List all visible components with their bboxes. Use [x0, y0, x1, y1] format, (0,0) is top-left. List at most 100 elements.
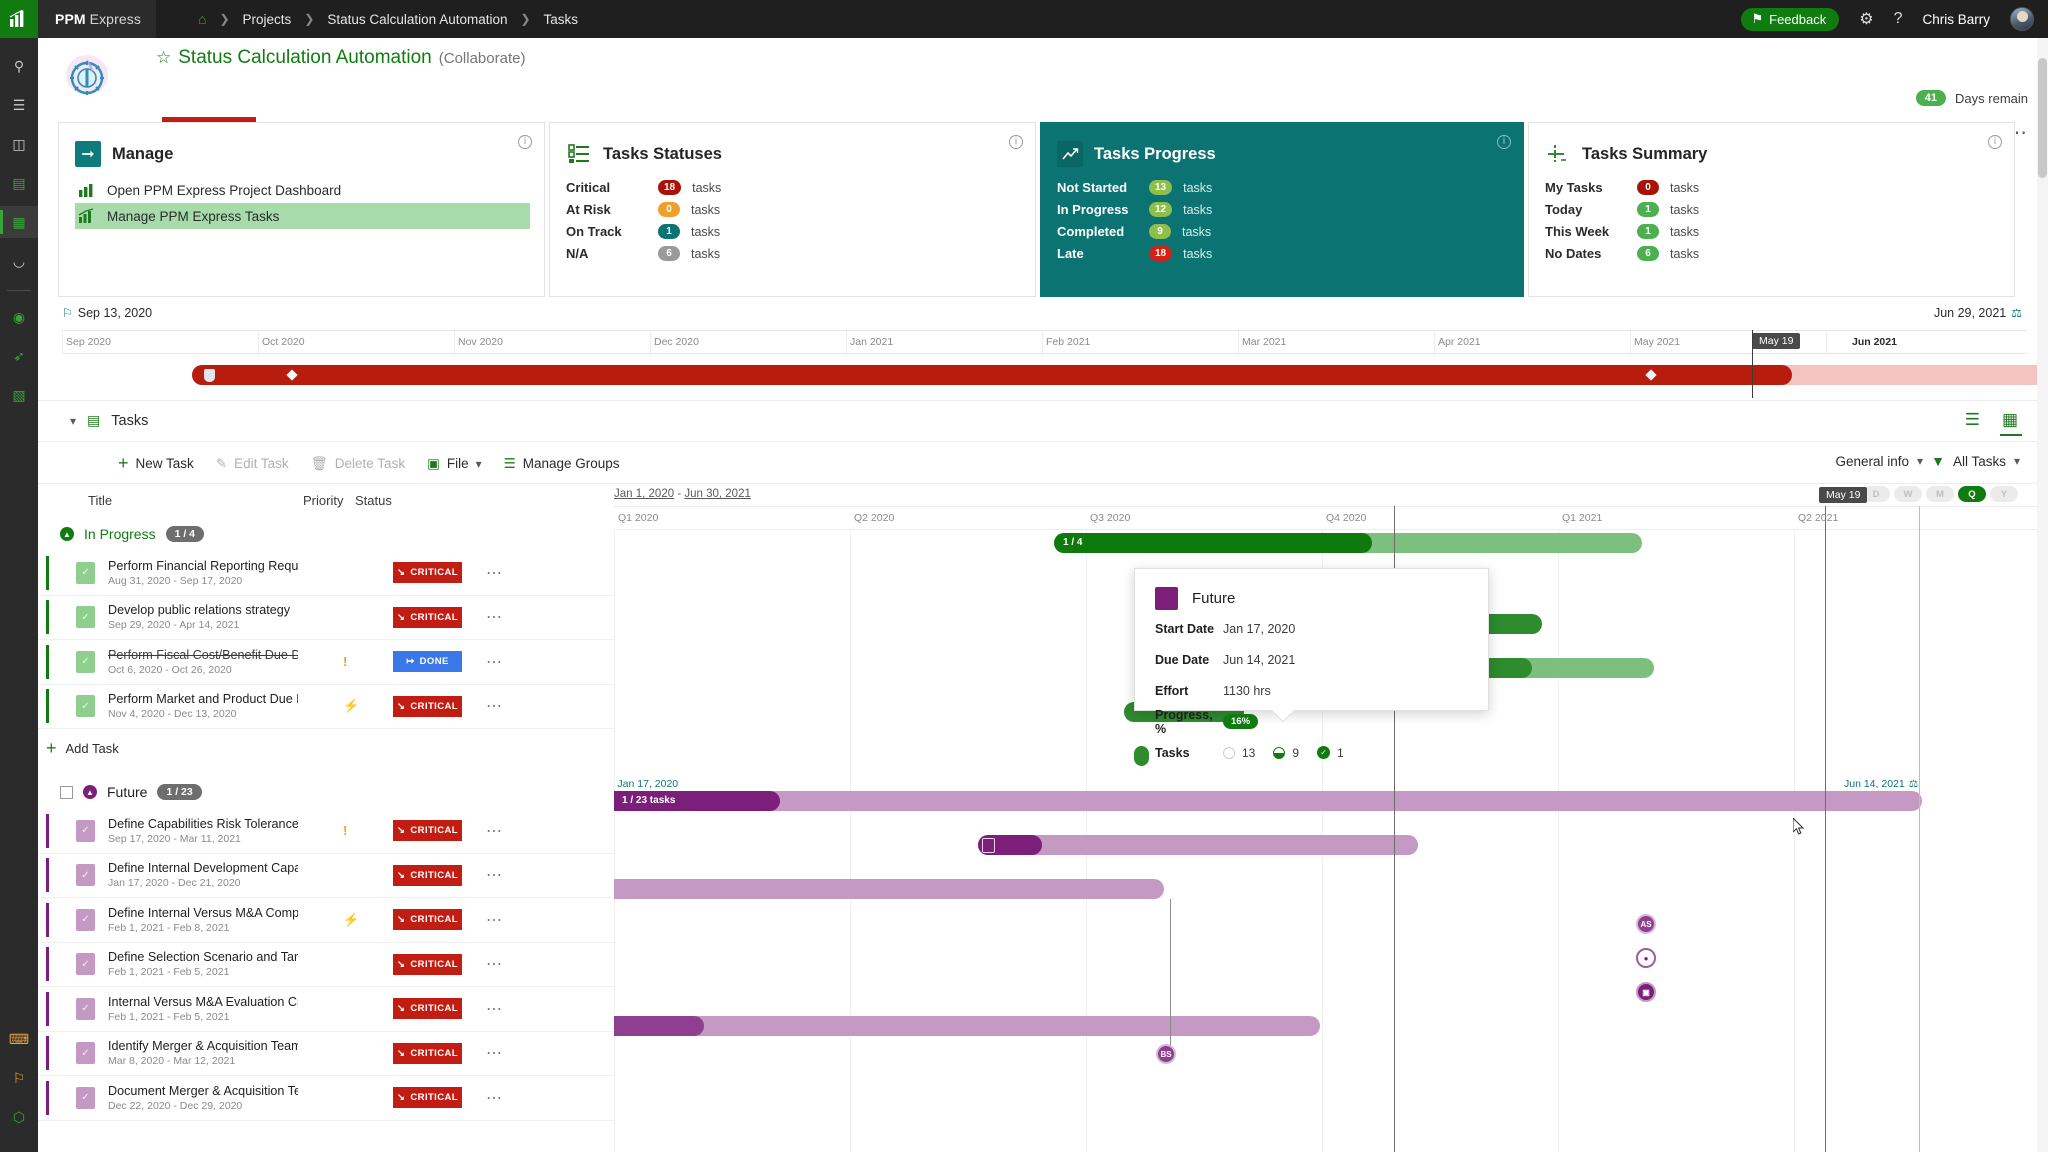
assignee-avatar-as[interactable]: AS [1636, 914, 1656, 934]
gear-icon[interactable]: ⚙ [1859, 9, 1873, 29]
status-badge[interactable]: ↘ CRITICAL [393, 953, 462, 975]
row-more-icon[interactable]: ⋯ [486, 1043, 503, 1063]
table-row[interactable]: ✓ Define Internal Development Capabiliti… [38, 854, 614, 898]
chevron-down-icon[interactable]: ▾ [70, 414, 76, 428]
stat-row[interactable]: This Week 1 tasks [1545, 221, 1998, 242]
edit-task-button[interactable]: ✎ Edit Task [216, 456, 289, 472]
delete-task-button[interactable]: 🗑 Delete Task [311, 456, 405, 472]
gantt-range-from[interactable]: Jan 1, 2020 [614, 488, 674, 500]
feedback-button[interactable]: ⚑ Feedback [1741, 7, 1840, 31]
stat-row[interactable]: No Dates 6 tasks [1545, 243, 1998, 264]
breadcrumb-project[interactable]: Status Calculation Automation [314, 12, 520, 27]
vertical-scrollbar[interactable] [2037, 38, 2048, 1152]
chevron-down-icon[interactable]: ▾ [1917, 454, 1923, 468]
zoom-month[interactable]: M [1926, 486, 1954, 502]
breadcrumb-tasks[interactable]: Tasks [531, 12, 592, 27]
table-row[interactable]: ✓ Identify Merger & Acquisition Team Mem… [38, 1032, 614, 1076]
table-row[interactable]: ✓ Perform Market and Product Due Diligen… [38, 685, 614, 729]
help-icon[interactable]: ? [1894, 10, 1903, 28]
zoom-week[interactable]: W [1894, 486, 1922, 502]
dashboard-icon[interactable]: ◫ [0, 128, 38, 160]
rocket-icon[interactable]: ➶ [0, 340, 38, 372]
table-row[interactable]: ✓ Develop public relations strategy Sep … [38, 596, 614, 640]
group-header-future[interactable]: ▲ Future 1 / 23 [38, 775, 614, 809]
user-name[interactable]: Chris Barry [1922, 12, 1990, 27]
stat-row[interactable]: Critical 18 tasks [566, 177, 1019, 198]
row-more-icon[interactable]: ⋯ [486, 821, 503, 841]
people-icon[interactable]: ◡ [0, 245, 38, 277]
menu-icon[interactable]: ☰ [0, 89, 38, 121]
info-icon[interactable]: i [518, 135, 532, 149]
gantt-scale[interactable]: Q1 2020 Q2 2020 Q3 2020 Q4 2020 Q1 2021 … [614, 487, 2048, 530]
chevron-down-icon[interactable]: ▾ [2014, 454, 2020, 468]
home-icon[interactable]: ⌂ [194, 11, 219, 27]
row-more-icon[interactable]: ⋯ [486, 999, 503, 1019]
timeline-scale[interactable]: Sep 2020 Oct 2020 Nov 2020 Dec 2020 Jan … [62, 330, 2027, 355]
file-menu-button[interactable]: ▣ File ▾ [427, 456, 482, 472]
stat-row[interactable]: On Track 1 tasks [566, 221, 1019, 242]
status-badge[interactable]: ↘ CRITICAL [393, 695, 462, 717]
assignee-avatar-person[interactable]: ● [1636, 948, 1656, 968]
row-more-icon[interactable]: ⋯ [486, 954, 503, 974]
stat-row[interactable]: Today 1 tasks [1545, 199, 1998, 220]
stat-row[interactable]: N/A 6 tasks [566, 243, 1019, 264]
help-bubble-icon[interactable]: ⌨ [0, 1023, 38, 1055]
gantt-group-bar-in-progress[interactable]: 1 / 4 [1054, 533, 1642, 553]
zoom-quarter[interactable]: Q [1958, 486, 1986, 502]
status-badge[interactable]: ↘ CRITICAL [393, 909, 462, 931]
status-badge[interactable]: ↦ DONE [393, 651, 462, 673]
tasks-icon[interactable]: ▦ [0, 206, 38, 238]
zoom-year[interactable]: Y [1990, 486, 2018, 502]
table-row[interactable]: ✓ Perform Financial Reporting Requiremen… [38, 551, 614, 596]
status-badge[interactable]: ↘ CRITICAL [393, 562, 462, 584]
feedback-flag-icon[interactable]: ⚐ [0, 1062, 38, 1094]
add-task-button[interactable]: + Add Task [38, 729, 614, 767]
gantt-task-bar[interactable] [614, 1016, 1320, 1036]
table-row[interactable]: ✓ Document Merger & Acquisition Team Cha… [38, 1076, 614, 1121]
row-more-icon[interactable]: ⋯ [486, 563, 503, 583]
row-more-icon[interactable]: ⋯ [486, 910, 503, 930]
stat-row[interactable]: At Risk 0 tasks [566, 199, 1019, 220]
app-logo-icon[interactable] [0, 0, 38, 38]
globe-icon[interactable]: ◉ [0, 301, 38, 333]
manage-tasks-link[interactable]: Manage PPM Express Tasks [75, 203, 530, 229]
group-header-in-progress[interactable]: ▲ In Progress 1 / 4 [38, 517, 614, 551]
status-badge[interactable]: ↘ CRITICAL [393, 820, 462, 842]
table-row[interactable]: ✓ Define Capabilities Risk Tolerance Sep… [38, 809, 614, 854]
stat-row[interactable]: Not Started 13 tasks [1057, 177, 1507, 198]
all-tasks-dropdown[interactable]: All Tasks [1953, 454, 2006, 469]
task-list[interactable]: ▲ In Progress 1 / 4 ✓ Perform Financial … [38, 517, 614, 1152]
row-more-icon[interactable]: ⋯ [486, 865, 503, 885]
stat-row[interactable]: Completed 9 tasks [1057, 221, 1507, 242]
row-more-icon[interactable]: ⋯ [486, 607, 503, 627]
gantt-view-icon[interactable]: ▦ [1999, 410, 2023, 436]
manage-groups-button[interactable]: ☰ Manage Groups [504, 456, 620, 472]
stat-row[interactable]: My Tasks 0 tasks [1545, 177, 1998, 198]
task-marker-icon[interactable]: ▣ [1636, 982, 1656, 1002]
group-checkbox[interactable] [60, 785, 73, 799]
info-icon[interactable]: i [1497, 135, 1511, 149]
status-badge[interactable]: ↘ CRITICAL [393, 606, 462, 628]
list-view-icon[interactable]: ☰ [1965, 410, 1980, 436]
shield-icon[interactable]: ⬡ [0, 1101, 38, 1133]
gantt-task-bar[interactable] [978, 835, 1418, 855]
table-row[interactable]: ✓ Internal Versus M&A Evaluation Criteri… [38, 987, 614, 1032]
status-badge[interactable]: ↘ CRITICAL [393, 998, 462, 1020]
table-row[interactable]: ✓ Perform Fiscal Cost/Benefit Due Dilige… [38, 640, 614, 685]
stat-row[interactable]: In Progress 12 tasks [1057, 199, 1507, 220]
gantt-task-bar[interactable] [614, 879, 1164, 899]
status-badge[interactable]: ↘ CRITICAL [393, 1087, 462, 1109]
status-badge[interactable]: ↘ CRITICAL [393, 1042, 462, 1064]
info-icon[interactable]: i [1009, 135, 1023, 149]
assignee-avatar-bs[interactable]: BS [1156, 1044, 1176, 1064]
scrollbar-thumb[interactable] [2038, 58, 2047, 178]
status-badge[interactable]: ↘ CRITICAL [393, 864, 462, 886]
brand-label[interactable]: PPM Express [38, 0, 156, 38]
row-more-icon[interactable]: ⋯ [486, 1088, 503, 1108]
table-row[interactable]: ✓ Define Selection Scenario and Target P… [38, 943, 614, 987]
info-icon[interactable]: i [1988, 135, 2002, 149]
table-row[interactable]: ✓ Define Internal Versus M&A Comparison … [38, 898, 614, 943]
projects-icon[interactable]: ▤ [0, 167, 38, 199]
favorite-star-icon[interactable]: ☆ [156, 48, 171, 68]
gantt-range-label[interactable]: Jan 1, 2020 - Jun 30, 2021 [614, 488, 751, 500]
